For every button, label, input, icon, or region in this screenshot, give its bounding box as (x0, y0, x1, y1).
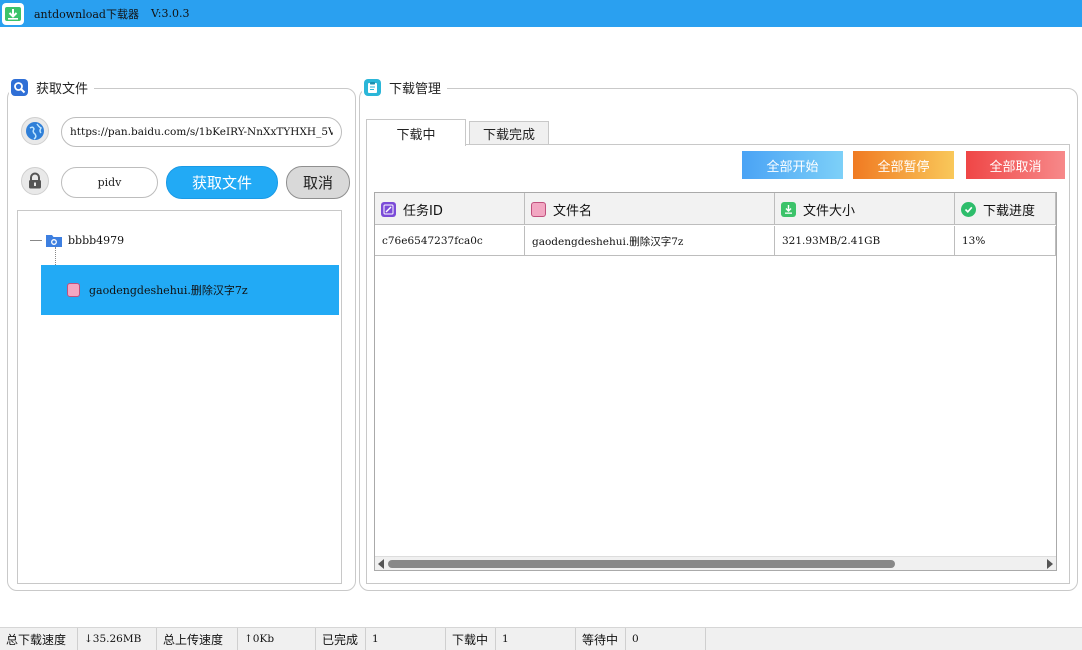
column-header-file-size[interactable]: 文件大小 (775, 193, 955, 225)
download-manager-legend: 下载管理 (362, 78, 448, 97)
cancel-all-button[interactable]: 全部取消 (966, 151, 1065, 179)
fetch-files-title: 获取文件 (36, 81, 89, 97)
table-header: 任务ID 文件名 文件大小 下载进度 (375, 193, 1056, 225)
app-version: V:3.0.3 (150, 7, 190, 20)
tree-child-label: gaodengdeshehui.删除汉字7z (89, 284, 248, 297)
tab-downloading[interactable]: 下载中 (366, 119, 466, 146)
share-url-input[interactable] (61, 117, 342, 147)
scroll-right-arrow-icon[interactable] (1047, 559, 1053, 569)
scrollbar-thumb[interactable] (388, 560, 895, 568)
status-waiting-value: 0 (626, 628, 706, 650)
pidv-field[interactable]: pidv (61, 167, 158, 198)
tree-root-node[interactable]: bbbb4979 (30, 231, 124, 249)
file-icon (67, 283, 80, 297)
download-manager-title: 下载管理 (389, 81, 442, 97)
fetch-files-legend: 获取文件 (9, 78, 95, 97)
clipboard-icon (364, 78, 381, 96)
status-downloading-label: 下载中 (446, 628, 496, 650)
tree-child-node[interactable]: gaodengdeshehui.删除汉字7z (41, 265, 339, 315)
fetch-files-button[interactable]: 获取文件 (166, 166, 278, 199)
status-completed-value: 1 (366, 628, 446, 650)
horizontal-scrollbar[interactable] (375, 556, 1056, 570)
lock-icon (21, 167, 49, 195)
cell-file-size: 321.93MB/2.41GB (775, 226, 955, 256)
status-waiting-label: 等待中 (576, 628, 626, 650)
column-label: 文件大小 (803, 203, 856, 219)
file-tree[interactable]: bbbb4979 gaodengdeshehui.删除汉字7z (17, 210, 342, 584)
status-bar: 总下载速度 ↓35.26MB 总上传速度 ↑0Kb 已完成 1 下载中 1 等待… (0, 627, 1082, 650)
status-total-upload-value: ↑0Kb (238, 628, 316, 650)
column-header-task-id[interactable]: 任务ID (375, 193, 525, 225)
cell-file-name: gaodengdeshehui.删除汉字7z (525, 226, 775, 256)
pause-all-button[interactable]: 全部暂停 (853, 151, 954, 179)
column-label: 文件名 (553, 203, 593, 219)
download-table[interactable]: 任务ID 文件名 文件大小 下载进度 c76e6547237fca0c gaod… (374, 192, 1057, 571)
window-title: antdownload下载器 (34, 7, 139, 21)
status-completed-label: 已完成 (316, 628, 366, 650)
tree-connector (30, 239, 42, 241)
tab-completed[interactable]: 下载完成 (469, 121, 549, 145)
cell-progress: 13% (955, 226, 1056, 256)
table-row[interactable]: c76e6547237fca0c gaodengdeshehui.删除汉字7z … (375, 226, 1056, 256)
download-app-icon (2, 2, 24, 25)
cancel-button[interactable]: 取消 (286, 166, 350, 199)
globe-icon (21, 117, 49, 145)
column-label: 任务ID (403, 203, 443, 219)
tree-root-label: bbbb4979 (68, 233, 125, 247)
search-icon (11, 78, 28, 96)
column-label: 下载进度 (983, 203, 1036, 219)
edit-icon (381, 201, 396, 217)
file-icon (531, 201, 546, 217)
check-icon (961, 201, 976, 217)
column-header-progress[interactable]: 下载进度 (955, 193, 1056, 225)
status-downloading-value: 1 (496, 628, 576, 650)
scroll-left-arrow-icon[interactable] (378, 559, 384, 569)
column-header-file-name[interactable]: 文件名 (525, 193, 775, 225)
start-all-button[interactable]: 全部开始 (742, 151, 843, 179)
cell-task-id: c76e6547237fca0c (375, 226, 525, 256)
status-total-upload-label: 总上传速度 (157, 628, 238, 650)
package-icon (781, 201, 796, 217)
title-bar: antdownload下载器 V:3.0.3 (0, 0, 1082, 27)
folder-icon (46, 233, 62, 247)
status-total-download-value: ↓35.26MB (78, 628, 157, 650)
status-total-download-label: 总下载速度 (0, 628, 78, 650)
